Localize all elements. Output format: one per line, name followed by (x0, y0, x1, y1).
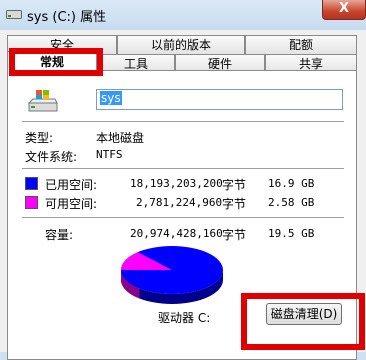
drive-name-text: sys (100, 91, 122, 105)
free-label: 可用空间: (45, 197, 98, 211)
tab-quota[interactable]: 配额 (245, 35, 357, 54)
capacity-label: 容量: (45, 228, 74, 242)
window-title: sys (C:) 属性 (27, 10, 107, 25)
tab-tools-text: 工具 (123, 57, 148, 71)
tab-sharing-text: 共享 (298, 57, 323, 71)
capacity-unit: 字节 (222, 228, 247, 242)
tab-general[interactable]: 常规 (7, 51, 97, 73)
disk-cleanup-button[interactable]: 磁盘清理(D) (266, 303, 342, 325)
tab-quota-text: 配额 (288, 38, 313, 52)
filesystem-label: 文件系统: (25, 150, 78, 164)
separator (22, 217, 344, 218)
close-button[interactable]: X (322, 0, 366, 20)
type-value: 本地磁盘 (96, 131, 145, 145)
type-label: 类型: (25, 131, 54, 145)
capacity-size: 19.5 GB (268, 227, 315, 240)
disk-usage-pie (121, 246, 223, 304)
title-bar[interactable]: sys (C:) 属性 X (0, 0, 366, 30)
free-size: 2.58 GB (268, 196, 315, 209)
disk-cleanup-label: 磁盘清理(D) (270, 307, 338, 321)
separator (22, 168, 344, 169)
drive-icon (6, 10, 22, 19)
drive-letter-label: 驱动器 C: (158, 311, 211, 325)
windows-drive-icon (27, 90, 58, 112)
used-color-swatch (25, 177, 38, 190)
free-bytes: 2,781,224,960 (136, 196, 223, 209)
separator (22, 121, 344, 122)
tab-hardware-text: 硬件 (207, 57, 232, 71)
filesystem-value: NTFS (96, 148, 123, 161)
capacity-bytes: 20,974,428,160 (130, 227, 223, 240)
used-size: 16.9 GB (268, 177, 315, 190)
used-bytes: 18,193,203,200 (130, 177, 223, 190)
tab-security-text: 安全 (49, 38, 74, 52)
free-color-swatch (25, 196, 38, 209)
used-unit: 字节 (222, 178, 247, 192)
used-label: 已用空间: (45, 178, 98, 192)
free-unit: 字节 (222, 197, 247, 211)
tab-general-text: 常规 (39, 55, 64, 69)
tab-previous-versions[interactable]: 以前的版本 (117, 35, 245, 54)
close-icon: X (338, 1, 350, 16)
tab-previous-versions-text: 以前的版本 (150, 38, 211, 52)
drive-name-input[interactable]: sys (96, 89, 343, 110)
